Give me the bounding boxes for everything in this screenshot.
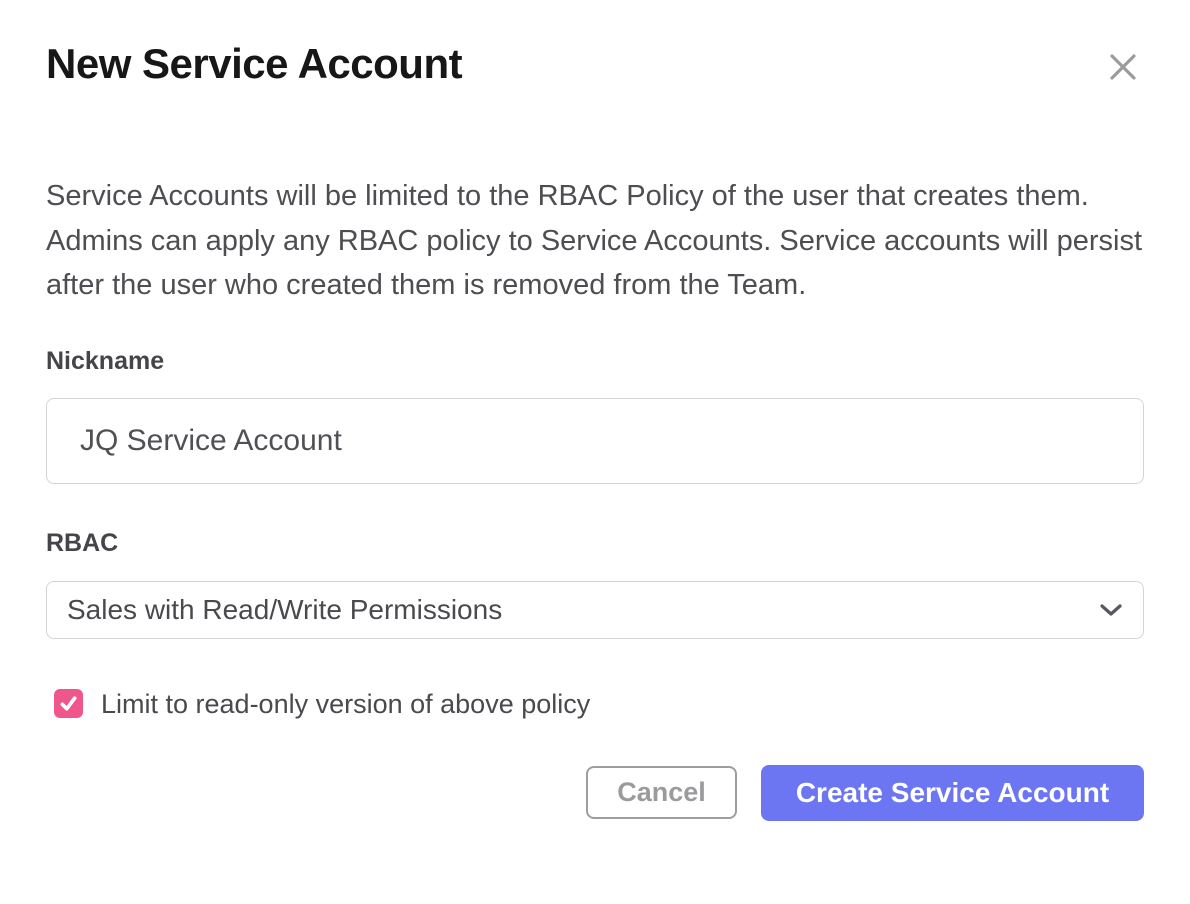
- nickname-input[interactable]: [46, 398, 1144, 484]
- close-button[interactable]: [1102, 46, 1144, 88]
- modal-footer: Cancel Create Service Account: [46, 765, 1144, 821]
- readonly-checkbox[interactable]: [54, 689, 83, 718]
- modal-description: Service Accounts will be limited to the …: [46, 174, 1144, 308]
- nickname-label: Nickname: [46, 346, 1144, 376]
- new-service-account-modal: New Service Account Service Accounts wil…: [0, 0, 1190, 904]
- rbac-select[interactable]: Sales with Read/Write Permissions: [46, 581, 1144, 639]
- cancel-button[interactable]: Cancel: [586, 766, 737, 819]
- rbac-label: RBAC: [46, 528, 1144, 558]
- close-icon: [1108, 52, 1138, 82]
- create-service-account-button[interactable]: Create Service Account: [761, 765, 1144, 821]
- readonly-checkbox-row[interactable]: Limit to read-only version of above poli…: [54, 688, 1144, 720]
- chevron-down-icon: [1099, 603, 1123, 617]
- rbac-selected-value: Sales with Read/Write Permissions: [67, 594, 502, 626]
- readonly-checkbox-label: Limit to read-only version of above poli…: [101, 688, 590, 720]
- modal-title: New Service Account: [46, 38, 462, 90]
- modal-header: New Service Account: [46, 0, 1144, 90]
- checkmark-icon: [58, 693, 79, 714]
